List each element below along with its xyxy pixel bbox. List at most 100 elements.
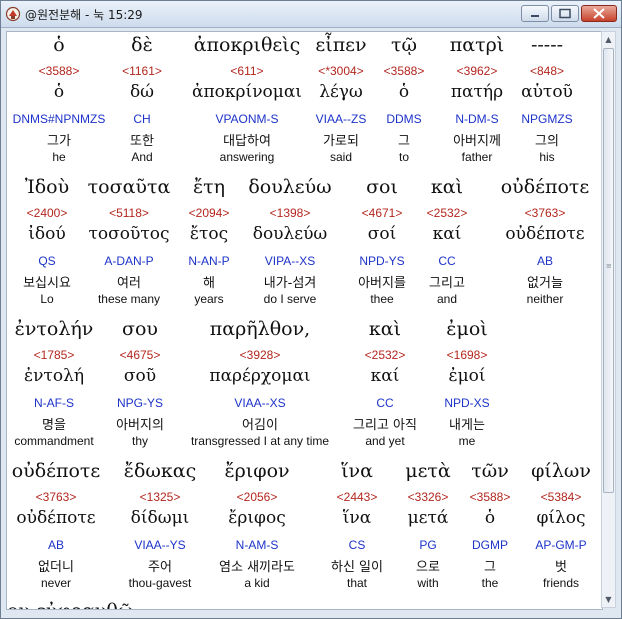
word-korean: 내가-섬겨 bbox=[263, 276, 317, 291]
word-parse: VIPA--XS bbox=[264, 254, 316, 268]
word-strong[interactable]: <2532> bbox=[365, 348, 406, 362]
word-strong[interactable]: <1785> bbox=[34, 348, 75, 362]
word-strong[interactable]: <848> bbox=[530, 64, 564, 78]
word-lemma: ὁ bbox=[484, 508, 496, 528]
word-greek[interactable]: ἐντολήν bbox=[15, 318, 94, 340]
maximize-button[interactable] bbox=[551, 5, 579, 22]
vertical-scrollbar[interactable]: ▲ ≡ ▼ bbox=[601, 31, 616, 608]
word-greek[interactable]: Ἰδοὺ bbox=[25, 176, 69, 198]
word-strong[interactable]: <3763> bbox=[525, 206, 566, 220]
word-lemma: καί bbox=[432, 224, 462, 244]
word-english: friends bbox=[542, 576, 580, 590]
word-greek[interactable]: ἔτη bbox=[193, 176, 225, 198]
word-strong[interactable]: <3763> bbox=[36, 490, 77, 504]
close-icon bbox=[593, 8, 605, 19]
word-parse: NPG-YS bbox=[116, 396, 164, 410]
word-strong[interactable]: <5384> bbox=[541, 490, 582, 504]
word-greek[interactable]: παρῆλθον, bbox=[210, 318, 310, 340]
word-strong[interactable]: <2400> bbox=[27, 206, 68, 220]
word-strong[interactable]: <3588> bbox=[470, 490, 511, 504]
scroll-down-arrow-icon[interactable]: ▼ bbox=[602, 592, 615, 607]
word-strong[interactable]: <2094> bbox=[189, 206, 230, 220]
word-parse: NPGMZS bbox=[521, 112, 573, 126]
word-parse: N-AM-S bbox=[235, 538, 279, 552]
word-strong[interactable]: <2443> bbox=[337, 490, 378, 504]
interlinear-view[interactable]: ὁ <3588> ὁ DNMS#NPNMZS 그가 he δὲ <1161> δώ CH 또한 And… bbox=[6, 31, 603, 610]
word-strong[interactable]: <2056> bbox=[237, 490, 278, 504]
word-greek[interactable]: ἐμοὶ bbox=[446, 318, 487, 340]
word-strong[interactable]: <1398> bbox=[270, 206, 311, 220]
word-english: And bbox=[131, 150, 153, 164]
scroll-up-arrow-icon[interactable]: ▲ bbox=[602, 32, 615, 47]
word-strong[interactable]: <3588> bbox=[39, 64, 80, 78]
verse-line: ἐντολήν <1785> ἐντολή N-AF-S 명을 commandment σο… bbox=[7, 316, 602, 456]
word-greek[interactable]: ----- bbox=[531, 34, 563, 56]
word-english: and yet bbox=[365, 434, 405, 448]
word-english: commandment bbox=[14, 434, 94, 448]
word-greek[interactable]: τοσαῦτα bbox=[88, 176, 171, 198]
word-korean: 그리고 bbox=[429, 276, 465, 291]
word-korean: 해 bbox=[203, 276, 215, 291]
word-greek[interactable]: ὁ bbox=[53, 34, 64, 56]
word-english: and bbox=[436, 292, 458, 306]
scrollbar-thumb[interactable]: ≡ bbox=[603, 48, 614, 493]
word-greek[interactable]: σου bbox=[122, 318, 158, 340]
word-greek[interactable]: δὲ bbox=[131, 34, 153, 56]
word-strong[interactable]: <2532> bbox=[427, 206, 468, 220]
word-greek[interactable]: τῷ bbox=[391, 34, 417, 56]
word-strong[interactable]: <1698> bbox=[447, 348, 488, 362]
word-parse: A-DAN-P bbox=[104, 254, 154, 268]
word-greek[interactable]: ἵνα bbox=[341, 460, 373, 482]
word-english: father bbox=[461, 150, 493, 164]
word-strong[interactable]: <4675> bbox=[120, 348, 161, 362]
word-greek[interactable]: ἀποκριθεὶς bbox=[194, 34, 301, 56]
minimize-icon bbox=[531, 15, 539, 17]
word-greek[interactable]: τῶν bbox=[471, 460, 509, 482]
word-greek[interactable]: ἔδωκας bbox=[124, 460, 196, 482]
word-strong[interactable]: <5118> bbox=[109, 206, 149, 220]
word-lemma: ὁ bbox=[398, 82, 410, 102]
word-korean: 없더니 bbox=[38, 560, 74, 575]
word-lemma: αὑτοῦ bbox=[521, 82, 573, 102]
word-strong[interactable]: <4671> bbox=[362, 206, 403, 220]
word-strong[interactable]: <*3004> bbox=[318, 64, 363, 78]
close-button[interactable] bbox=[581, 5, 617, 22]
word-greek[interactable]: καὶ bbox=[369, 318, 401, 340]
word-greek[interactable]: εἶπεν bbox=[315, 34, 366, 56]
word-strong[interactable]: <611> bbox=[230, 64, 263, 78]
word-strong[interactable]: <3962> bbox=[457, 64, 498, 78]
word-greek[interactable]: σοι bbox=[366, 176, 398, 198]
word-korean: 아버지께 bbox=[453, 134, 501, 149]
word-greek[interactable]: οὐδέποτε bbox=[501, 176, 590, 198]
word-english: that bbox=[346, 576, 368, 590]
word-parse: AB bbox=[47, 538, 65, 552]
word-english: thee bbox=[370, 292, 394, 306]
word-english: he bbox=[52, 150, 66, 164]
word-greek[interactable]: μετὰ bbox=[405, 460, 451, 482]
word-lemma: ἐντολή bbox=[23, 366, 85, 386]
word-parse: PG bbox=[419, 538, 437, 552]
word-greek[interactable]: καὶ bbox=[431, 176, 463, 198]
title-bar[interactable]: @원전분해 - 눅 15:29 bbox=[1, 1, 621, 28]
word-strong[interactable]: <3928> bbox=[240, 348, 281, 362]
word-parse: QS bbox=[38, 254, 56, 268]
word-greek[interactable]: πατρὶ bbox=[450, 34, 504, 56]
verse-line: ὁ <3588> ὁ DNMS#NPNMZS 그가 he δὲ <1161> δώ CH 또한 And… bbox=[7, 32, 602, 172]
word-strong[interactable]: <3326> bbox=[408, 490, 449, 504]
word-parse: AP-GM-P bbox=[535, 538, 587, 552]
word-strong[interactable]: <1325> bbox=[140, 490, 181, 504]
word-parse: CS bbox=[348, 538, 366, 552]
word-english: his bbox=[539, 150, 555, 164]
word-parse: VIAA--XS bbox=[234, 396, 286, 410]
word-greek[interactable]: φίλων bbox=[531, 460, 591, 482]
word-greek[interactable]: δουλεύω bbox=[248, 176, 331, 198]
partial-next-line: μου εὐφρανθῶ· bbox=[7, 600, 139, 609]
word-korean: 그 bbox=[484, 560, 496, 575]
minimize-button[interactable] bbox=[521, 5, 549, 22]
word-greek[interactable]: οὐδέποτε bbox=[12, 460, 101, 482]
word-strong[interactable]: <3588> bbox=[384, 64, 425, 78]
word-parse: VIAA--YS bbox=[134, 538, 186, 552]
word-greek[interactable]: ἔριφον bbox=[224, 460, 289, 482]
word-strong[interactable]: <1161> bbox=[122, 64, 162, 78]
word-lemma: ἐμοί bbox=[448, 366, 486, 386]
